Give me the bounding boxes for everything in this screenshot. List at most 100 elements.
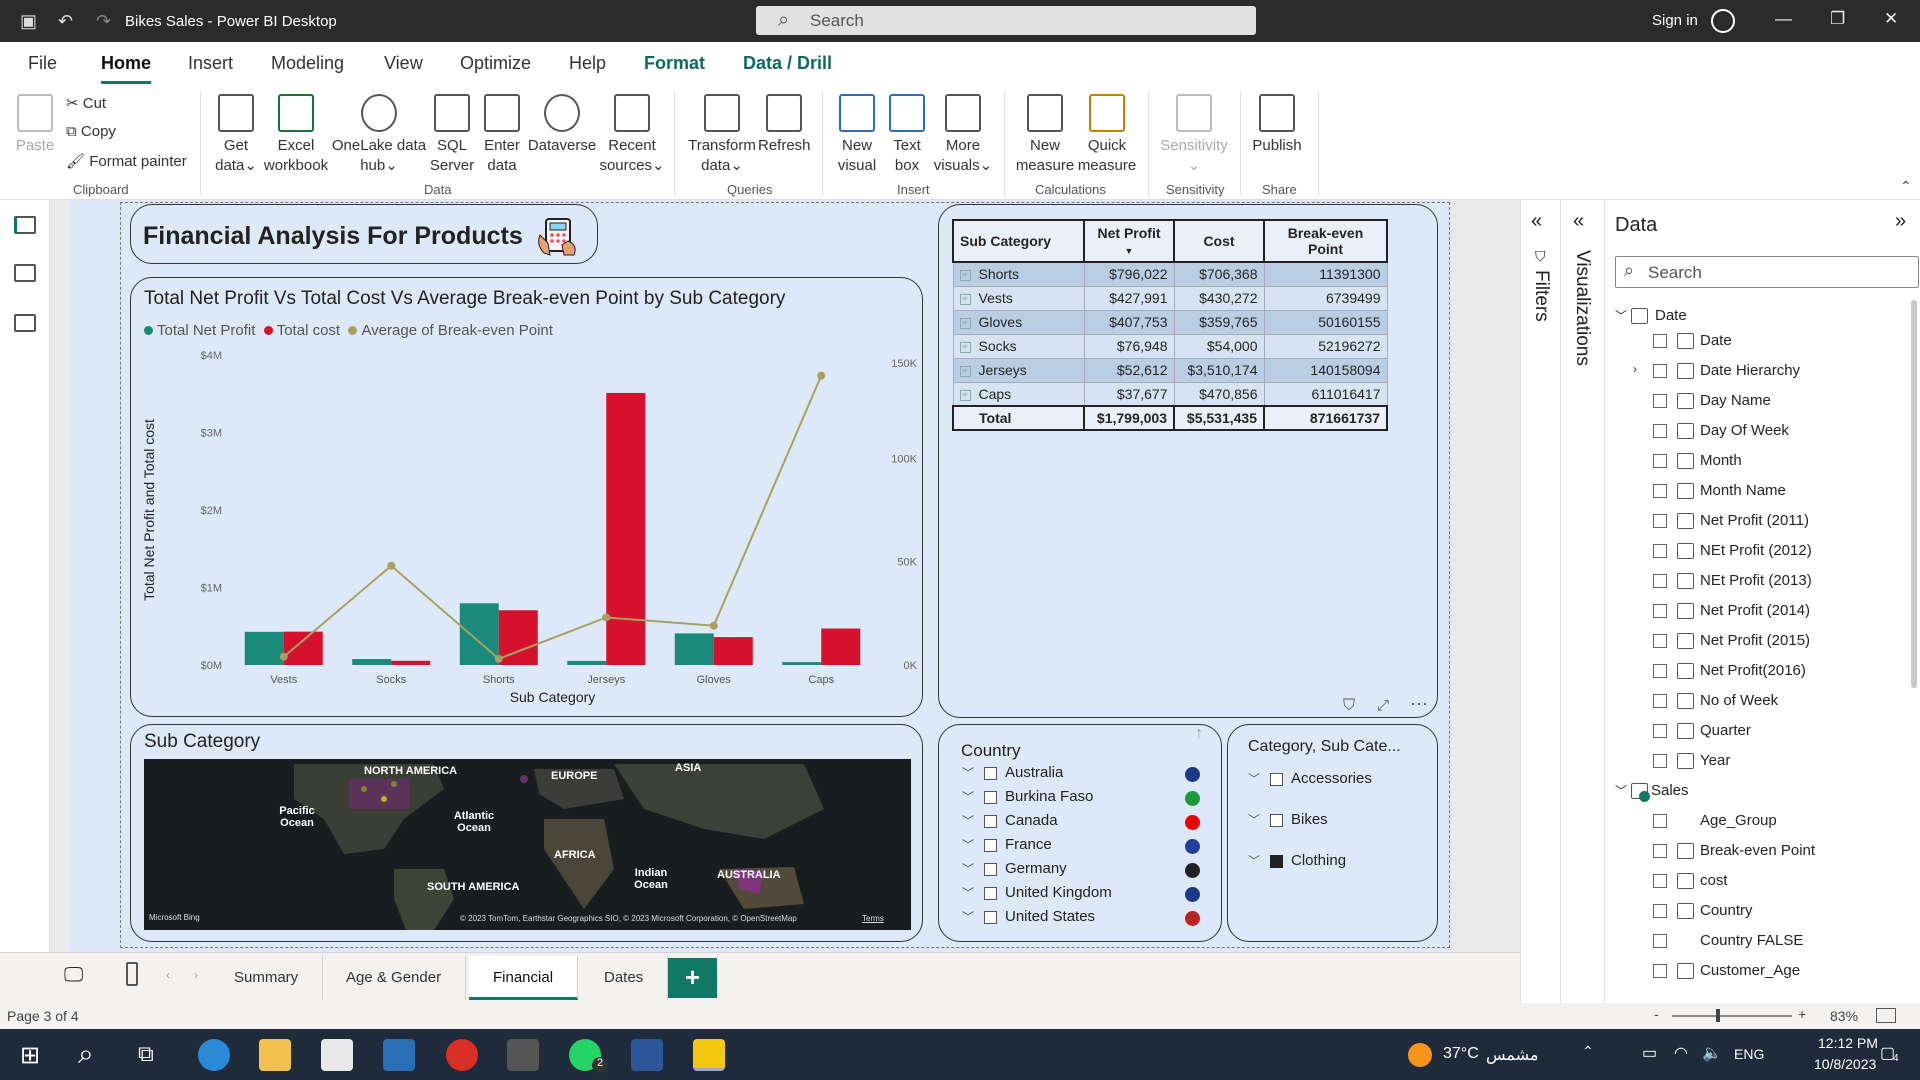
sign-in-link[interactable]: Sign in xyxy=(1652,12,1698,29)
expand-row-icon[interactable]: + xyxy=(959,365,971,377)
expand-row-icon[interactable]: + xyxy=(959,293,971,305)
field-item[interactable]: Day Of Week xyxy=(1700,422,1789,439)
windows-start-icon[interactable]: ⊞ xyxy=(20,1041,40,1070)
chevron-down-icon[interactable]: ﹀ xyxy=(1248,852,1260,869)
bar-total-cost[interactable] xyxy=(283,631,323,665)
field-item[interactable]: Net Profit (2011) xyxy=(1700,512,1809,529)
clock-time[interactable]: 12:12 PM xyxy=(1818,1035,1878,1051)
field-checkbox[interactable] xyxy=(1653,544,1667,558)
breakeven-point[interactable] xyxy=(709,621,718,630)
copy-button[interactable]: ⧉ Copy xyxy=(66,123,116,140)
field-item[interactable]: Break-even Point xyxy=(1700,842,1815,859)
checkbox[interactable] xyxy=(984,790,997,804)
get-data-button[interactable]: Get data⌄ xyxy=(210,94,262,176)
field-checkbox[interactable] xyxy=(1653,364,1667,378)
expand-row-icon[interactable]: + xyxy=(959,317,971,329)
field-checkbox[interactable] xyxy=(1653,634,1667,648)
field-item[interactable]: Day Name xyxy=(1700,392,1771,409)
expand-row-icon[interactable]: + xyxy=(959,341,971,353)
filters-pane-collapsed[interactable]: « ⛉ Filters xyxy=(1520,200,1560,1016)
checkbox[interactable] xyxy=(1270,813,1283,827)
col-header-sub-category[interactable]: Sub Category xyxy=(952,219,1085,263)
checkbox[interactable] xyxy=(1270,772,1283,786)
menu-home[interactable]: Home xyxy=(101,53,152,84)
bar-total-cost[interactable] xyxy=(606,392,646,665)
field-checkbox[interactable] xyxy=(1653,334,1667,348)
bar-net-profit[interactable] xyxy=(567,660,607,665)
bar-net-profit[interactable] xyxy=(782,662,822,665)
chevron-down-icon[interactable]: ﹀ xyxy=(962,788,974,805)
field-item[interactable]: NEt Profit (2012) xyxy=(1700,542,1812,559)
field-item[interactable]: Age_Group xyxy=(1700,812,1777,829)
field-checkbox[interactable] xyxy=(1653,694,1667,708)
slicer-item-country[interactable]: ﹀ Canada xyxy=(962,812,1058,829)
format-painter-button[interactable]: 🖌 Format painter xyxy=(66,152,187,170)
slicer-item-country[interactable]: ﹀ United States xyxy=(962,908,1095,925)
slicer-item-country[interactable]: ﹀ France xyxy=(962,836,1052,853)
field-checkbox[interactable] xyxy=(1653,874,1667,888)
slicer-item-country[interactable]: ﹀ Australia xyxy=(962,764,1063,781)
clock-date[interactable]: 10/8/2023 xyxy=(1814,1056,1876,1072)
category-slicer-card[interactable] xyxy=(1227,724,1438,942)
bar-net-profit[interactable] xyxy=(244,631,284,665)
field-checkbox[interactable] xyxy=(1653,724,1667,738)
store-icon[interactable] xyxy=(321,1039,353,1071)
new-visual-button[interactable]: New visual xyxy=(832,94,882,176)
table-row[interactable]: + Vests $427,991 $430,272 6739499 xyxy=(952,285,1388,311)
breakeven-point[interactable] xyxy=(602,613,611,622)
next-page-icon[interactable]: › xyxy=(194,968,198,982)
field-item[interactable]: Net Profit(2016) xyxy=(1700,662,1806,679)
expand-hierarchy-icon[interactable]: › xyxy=(1633,362,1637,376)
field-item[interactable]: Customer_Age xyxy=(1700,962,1800,979)
field-checkbox[interactable] xyxy=(1653,484,1667,498)
col-header-breakeven[interactable]: Break-even Point xyxy=(1263,219,1388,263)
dataverse-button[interactable]: Dataverse xyxy=(526,94,598,156)
table-row[interactable]: + Shorts $796,022 $706,368 11391300 xyxy=(952,261,1388,287)
desktop-layout-icon[interactable]: 🖵 xyxy=(64,964,83,987)
chevron-down-icon[interactable]: ﹀ xyxy=(962,860,974,877)
field-item[interactable]: NEt Profit (2013) xyxy=(1700,572,1812,589)
menu-file[interactable]: File xyxy=(28,53,57,74)
refresh-button[interactable]: Refresh xyxy=(758,94,811,156)
breakeven-point[interactable] xyxy=(817,371,826,380)
menu-data-drill[interactable]: Data / Drill xyxy=(743,53,832,74)
menu-modeling[interactable]: Modeling xyxy=(271,53,344,74)
text-box-button[interactable]: Text box xyxy=(882,94,932,176)
field-item[interactable]: Country xyxy=(1700,902,1753,919)
bar-net-profit[interactable] xyxy=(352,659,392,665)
undo-icon[interactable]: ↶ xyxy=(58,11,73,32)
table-row[interactable]: + Jerseys $52,612 $3,510,174 140158094 xyxy=(952,357,1388,383)
field-item[interactable]: Net Profit (2014) xyxy=(1700,602,1810,619)
field-item[interactable]: Year xyxy=(1700,752,1730,769)
expand-sales-table-icon[interactable]: ﹀ xyxy=(1615,782,1627,799)
enter-data-button[interactable]: Enter data xyxy=(478,94,526,176)
checkbox[interactable] xyxy=(984,862,997,876)
bar-total-cost[interactable] xyxy=(821,628,861,665)
edge-icon[interactable] xyxy=(198,1039,230,1071)
world-map[interactable]: NORTH AMERICA EUROPE ASIA Pacific Ocean … xyxy=(144,759,911,930)
battery-icon[interactable]: ▭ xyxy=(1642,1043,1657,1063)
collapse-data-pane-icon[interactable]: » xyxy=(1895,210,1906,233)
weather-icon[interactable] xyxy=(1408,1043,1432,1067)
field-item[interactable]: No of Week xyxy=(1700,692,1778,709)
field-item[interactable]: Country FALSE xyxy=(1700,932,1803,949)
visualizations-pane-collapsed[interactable]: « Visualizations xyxy=(1560,200,1604,1016)
close-icon[interactable]: ✕ xyxy=(1884,9,1898,29)
powerbi-icon[interactable] xyxy=(693,1039,725,1071)
bar-total-cost[interactable] xyxy=(391,660,431,665)
prev-page-icon[interactable]: ‹ xyxy=(166,968,170,982)
focus-mode-icon[interactable]: ⤢ xyxy=(1377,697,1389,714)
legend-item-cost[interactable]: Total cost xyxy=(263,322,340,339)
chevron-down-icon[interactable]: ﹀ xyxy=(1248,770,1260,787)
col-header-net-profit[interactable]: Net Profit ▼ xyxy=(1083,219,1175,263)
chevron-down-icon[interactable]: ﹀ xyxy=(962,908,974,925)
cut-button[interactable]: ✂ Cut xyxy=(66,94,106,112)
expand-visualizations-icon[interactable]: « xyxy=(1573,210,1584,233)
field-checkbox[interactable] xyxy=(1653,574,1667,588)
volume-icon[interactable]: 🔈 xyxy=(1702,1043,1722,1063)
table-view-icon[interactable] xyxy=(14,264,36,282)
menu-format[interactable]: Format xyxy=(644,53,705,74)
menu-view[interactable]: View xyxy=(384,53,423,74)
account-icon[interactable] xyxy=(1711,9,1735,33)
map-terms-link[interactable]: Terms xyxy=(862,914,884,923)
